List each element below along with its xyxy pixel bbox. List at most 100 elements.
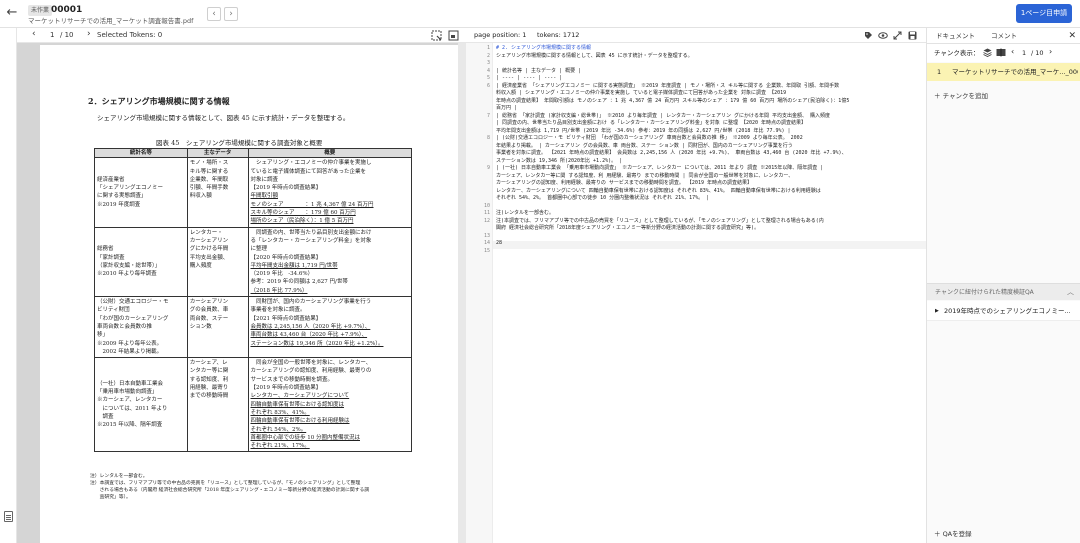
pdf-prev-page-icon[interactable]: ‹ [32,29,36,40]
code-line[interactable]: カーシェア、レンタカー等に関 する認知度、利 用経験、最寄り までの移動時間 |… [496,173,793,181]
code-line[interactable]: 閣府 経済社会総合研究所「2018年度シェアリング・エコノミー等新分野の経済活動… [496,225,759,233]
code-line[interactable]: | 統計名等 | 主なデータ | 概要 | [496,68,581,76]
cell-line: 「家計調査 [97,254,125,261]
chunk-prev-icon[interactable]: ‹ [1011,47,1014,57]
table-cell: 同財団が、国内のカーシェアリング事業を行う 事業者を対象に調査。 【2021 年時点… [247,296,412,359]
code-line[interactable]: シェアリング市場規模に関する情報として、図表 45 に示す統計・データを整理する… [496,53,693,61]
tab-document[interactable]: ドキュメント [936,31,975,41]
code-line[interactable]: 年結果より掲載。 | カーシェアリン グの会員数、車 両台数、ステー ション数 … [496,143,793,151]
pdf-viewer[interactable]: 2．シェアリング市場規模に関する情報 シェアリング市場規模に関する情報として、図… [17,43,466,543]
top-header: ← 未作業 00001 マーケットリサーチでの活用_マーケット調査報告書.pdf… [0,0,1080,28]
cell-line: 「乗用車市場動向調査」 [97,389,158,396]
code-line[interactable]: | (公財)交通エコロジー・モ ビリティ財団 「わが国のカーシェアリング 車両台… [496,135,803,143]
cell-line: それぞれ 83%、41%。 [250,409,310,416]
pdf-page: 2．シェアリング市場規模に関する情報 シェアリング市場規模に関する情報として、図… [40,45,459,543]
cell-line: 「わが国のカーシェアリング [97,315,169,322]
layers-icon[interactable] [983,48,992,57]
line-number-gutter: 1 2 3 4 5 6 7 8 9 10 11 12 13 14 15 [466,43,493,543]
line-number: 13 [483,232,490,239]
code-line[interactable]: # 2. シェアリング市場規模に関する情報 [496,45,591,53]
table-row: 総務省 「家計調査 （家計収支編・総世帯）」 ※2010 年より毎年調査 レンタカー・カ… [94,226,412,298]
cell-line: カーシェアリングの認知度、利用経験、最寄りの [250,368,372,375]
cell-line: 車両台数と会員数の推 [97,323,153,330]
code-line[interactable]: | 同調査の内、世帯当たり品目別支出金額におけ る「レンタカー・カーシェアリング… [496,120,806,128]
add-chunk-button[interactable]: ＋ チャンクを追加 [934,91,988,101]
cell-line: 会員数は 2,245,156 人（2020 年比 +9.7%）、 [250,323,371,330]
eye-icon[interactable] [878,31,888,40]
active-line-highlight [493,241,926,249]
add-qa-button[interactable]: ＋ QAを登録 [934,529,972,539]
cell-line: サービスまでの移動時間を調査。 [250,376,334,383]
qa-section-header[interactable]: チャンクに紐付けられた精度検証QA ︿ [927,283,1080,300]
chunk-page-number[interactable]: 1 [1022,48,1026,58]
code-line[interactable]: 料収入額 | シェアリング・エコノミーの仲介事業を実施し ていると電子媒体調査に… [496,90,786,98]
cell-line: ※カーシェア、レンタカー [97,397,163,404]
prev-document-button[interactable]: ‹ [207,7,221,21]
pdf-next-page-icon[interactable]: › [87,29,91,40]
editor-toolbar: page position: 1 tokens: 1712 [466,28,926,43]
next-document-button[interactable]: › [224,7,238,21]
code-line[interactable]: 注)レンタルを一部含む。 [496,210,554,218]
footnote-line: 査研究」等）。 [90,495,131,500]
chevron-up-icon[interactable]: ︿ [1067,284,1074,301]
page-position: page position: 1 [474,31,527,39]
tab-comment[interactable]: コメント [991,31,1017,41]
code-line[interactable]: | ---- | ---- | ---- | [496,75,562,83]
select-region-icon[interactable] [431,30,442,41]
book-icon[interactable] [996,48,1006,57]
cell-line: 移」 [97,332,109,339]
cell-line: （一社）日本自動車工業会 [97,380,164,387]
markdown-editor[interactable]: 1 2 3 4 5 6 7 8 9 10 11 12 13 14 15 # 2. シェアリング市場規模に関す… [466,43,926,543]
chunk-next-icon[interactable]: › [1049,47,1052,57]
code-line[interactable]: それぞれ 54%、2%。 首都圏中心部での徒歩 10 分圏内整備状況は それぞれ… [496,195,709,203]
code-line[interactable]: 注)本調査では、フリマアプリ等での中古品の売買を「リユース」として整理しているが… [496,218,824,226]
cell-line: カーシェアリン [189,299,229,306]
code-line[interactable]: 平均年間支出金額は 1,719 円/世帯 (2019 年比 -34.6%) 参考… [496,128,791,136]
cell-line: 平均支出金額、 [189,254,229,261]
expand-arrow-icon[interactable]: ▶ [935,301,939,321]
table-header-cell: 主なデータ [186,147,249,159]
code-line[interactable]: | 経済産業省 「シェアリングエコノミー に関する実態調査」 ※2019 年度調… [496,83,839,91]
cell-line: モノのシェア ：1 兆 4,367 億 24 百万円 [250,201,374,208]
close-icon[interactable]: ✕ [1068,30,1076,42]
table-header-cell: 概要 [247,147,412,159]
cell-line: する認知度、利 [189,376,229,383]
code-line[interactable]: ステーション数は 19,346 所(2020年比 +1.2%)。 | [496,158,622,166]
cell-line: 四輪自動車保有世帯における認知度は [250,401,345,408]
save-icon[interactable] [908,31,917,40]
cell-line: ていると電子媒体調査にて回答があった企業を [250,168,367,175]
cell-line: 平均年間支出金額は 1,719 円/世帯 [250,262,338,269]
pdf-page-total: / 10 [60,31,74,39]
submit-page-button[interactable]: 1ページ目申請 [1016,4,1072,23]
code-line[interactable]: レンタカー、カーシェアリングについて 四輪自動車保有世帯における認知度は それぞ… [496,188,821,196]
code-line[interactable]: 百万円 | [496,105,517,113]
table-cell: シェアリング・エコノミーの仲介事業を実施し ていると電子媒体調査にて回答があった企… [247,157,412,228]
table-cell: モノ・場所・ス キル等に関する 企業数、年間取 引額、年間手数 料収入額 [186,157,249,228]
cell-line: （家計収支編・総世帯）」 [97,262,161,269]
cell-line: 同調査の内、世帯当たり品目別支出金額におけ [250,229,372,236]
code-line[interactable]: 事業者を対象に調査。 【2021 年時点の調査結果】 会員数は 2,245,15… [496,150,847,158]
back-arrow-icon[interactable]: ← [4,5,20,21]
cell-line: 総務省 [97,246,114,253]
pdf-page-number[interactable]: 1 [50,30,54,41]
pdf-scrollbar[interactable] [458,43,466,543]
cell-line: 四輪自動車保有世帯における利用経験は [250,418,350,425]
cell-line: レンタカー・ [189,229,223,236]
code-line[interactable]: | 総務省 「家計調査 (家計収支編・総世帯)」 ※2010 より毎年調査 | … [496,113,830,121]
cell-line: 対象に調査 [250,176,279,183]
document-icon[interactable] [4,511,13,522]
chunk-item[interactable]: 1 マーケットリサーチでの活用_マーケ..._000 [927,63,1080,81]
expand-icon[interactable] [893,31,902,40]
fit-page-icon[interactable] [448,30,459,41]
qa-item[interactable]: ▶ 2019年時点でのシェアリングエコノミー... [927,301,1080,321]
code-line[interactable]: 年時点の調査結果】 年間取引額は モノのシェア ：1 兆 4,367 億 24 … [496,98,849,106]
cell-line: 【2020 年時点の調査結果】 [250,254,322,261]
tag-icon[interactable] [864,31,873,40]
code-line[interactable]: カーシェアリングの認知度、利用経験、最寄りの サービスまでの移動時間を調査。 【… [496,180,752,188]
code-line[interactable]: 28 [496,240,502,248]
code-line[interactable]: | (一社) 日本自動車工業会 「乗用車市場動向調査」 ※カーシェア、レンタカー… [496,165,823,173]
cell-line: 企業数、年間取 [189,176,229,183]
line-number: 6 [486,82,490,89]
cell-line: に関する実態調査」 [97,193,147,200]
cell-line: カーシェア、レ [189,360,228,367]
